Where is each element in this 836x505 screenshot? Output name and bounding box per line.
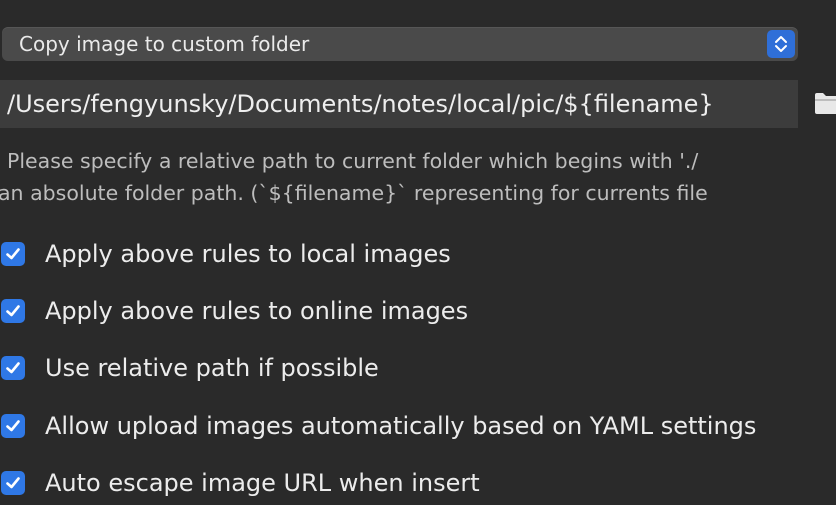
option-label: Use relative path if possible xyxy=(45,354,379,382)
option-label: Apply above rules to online images xyxy=(45,297,469,325)
path-hint-line-1: Please specify a relative path to curren… xyxy=(7,149,699,173)
checkbox-checked-icon[interactable] xyxy=(1,356,25,380)
path-hint-line-2: an absolute folder path. (`${filename}` … xyxy=(0,181,708,205)
image-action-select[interactable]: Copy image to custom folder xyxy=(2,27,798,61)
checkbox-checked-icon[interactable] xyxy=(1,471,25,495)
option-label: Apply above rules to local images xyxy=(45,240,451,268)
option-use-relative-path[interactable]: Use relative path if possible xyxy=(0,346,836,386)
option-allow-upload-yaml[interactable]: Allow upload images automatically based … xyxy=(0,404,836,444)
checkbox-checked-icon[interactable] xyxy=(1,242,25,266)
option-auto-escape-url[interactable]: Auto escape image URL when insert xyxy=(0,461,836,501)
option-label: Allow upload images automatically based … xyxy=(45,412,757,440)
up-down-chevron-icon[interactable] xyxy=(767,30,795,58)
checkbox-checked-icon[interactable] xyxy=(1,299,25,323)
image-action-select-value: Copy image to custom folder xyxy=(19,32,310,56)
folder-icon[interactable] xyxy=(813,90,836,116)
checkbox-checked-icon[interactable] xyxy=(1,414,25,438)
option-label: Auto escape image URL when insert xyxy=(45,469,480,497)
option-apply-online-images[interactable]: Apply above rules to online images xyxy=(0,289,836,329)
folder-path-value: /Users/fengyunsky/Documents/notes/local/… xyxy=(7,90,714,118)
folder-path-input[interactable]: /Users/fengyunsky/Documents/notes/local/… xyxy=(0,80,798,128)
option-apply-local-images[interactable]: Apply above rules to local images xyxy=(0,232,836,272)
path-hint-text: Please specify a relative path to curren… xyxy=(0,145,836,209)
